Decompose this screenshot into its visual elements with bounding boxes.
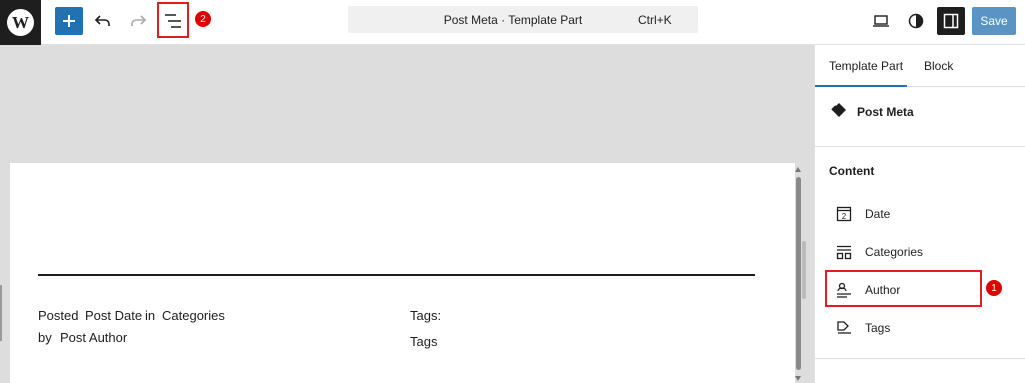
command-shortcut: Ctrl+K bbox=[638, 12, 672, 27]
canvas-left-edge bbox=[0, 285, 2, 341]
sidebar-item-label: Tags bbox=[865, 321, 891, 335]
wordpress-logo-mark: W bbox=[7, 9, 34, 36]
by-text: by bbox=[38, 330, 52, 345]
settings-sidebar: Template Part Block Post Meta Content 2 … bbox=[814, 45, 1025, 383]
redo-icon bbox=[131, 15, 147, 26]
sidebar-tabs: Template Part Block bbox=[815, 45, 1025, 87]
plus-icon bbox=[63, 15, 75, 27]
block-card: Post Meta bbox=[815, 87, 1025, 147]
editor-canvas-area: Posted Post Date in Categories by Post A… bbox=[0, 45, 814, 383]
step-badge-2: 2 bbox=[195, 11, 211, 27]
scroll-thumb[interactable] bbox=[796, 177, 801, 370]
top-toolbar: W 2 Post Meta · Template Part Ctrl+K Sav… bbox=[0, 0, 1025, 45]
calendar-icon: 2 bbox=[829, 206, 859, 222]
block-title: Post Meta bbox=[857, 105, 914, 119]
sidebar-divider bbox=[815, 358, 1025, 359]
content-heading: Content bbox=[829, 164, 875, 178]
wordpress-logo[interactable]: W bbox=[0, 0, 41, 45]
tab-template-part[interactable]: Template Part bbox=[829, 59, 903, 73]
post-tags-block[interactable]: Tags bbox=[410, 334, 437, 349]
highlight-box-outline bbox=[157, 2, 189, 38]
sidebar-item-categories[interactable]: Categories bbox=[829, 237, 1009, 267]
template-part-icon bbox=[831, 103, 846, 117]
separator-line bbox=[38, 274, 755, 276]
settings-toggle-button[interactable] bbox=[937, 7, 965, 35]
tags-label: Tags: bbox=[410, 308, 442, 323]
command-palette-bar[interactable]: Post Meta · Template Part Ctrl+K bbox=[348, 6, 698, 33]
svg-text:2: 2 bbox=[842, 212, 847, 221]
half-circle-icon bbox=[908, 13, 924, 29]
categories-icon bbox=[829, 244, 859, 260]
undo-icon bbox=[94, 15, 110, 26]
save-button[interactable]: Save bbox=[972, 7, 1016, 35]
highlight-box-author bbox=[825, 270, 982, 307]
tags-icon bbox=[829, 320, 859, 336]
sidebar-item-label: Categories bbox=[865, 245, 924, 259]
preview-device-button[interactable] bbox=[868, 8, 894, 34]
sidebar-icon bbox=[943, 13, 959, 29]
in-text: in bbox=[145, 308, 156, 323]
tab-block[interactable]: Block bbox=[924, 59, 953, 73]
post-date-block[interactable]: Post Date bbox=[85, 308, 142, 323]
redo-button[interactable] bbox=[125, 8, 151, 34]
styles-button[interactable] bbox=[903, 8, 929, 34]
sidebar-resize-handle[interactable] bbox=[802, 241, 806, 299]
undo-button[interactable] bbox=[90, 8, 116, 34]
sidebar-item-tags[interactable]: Tags bbox=[829, 313, 1009, 343]
post-categories-block[interactable]: Categories bbox=[162, 308, 225, 323]
step-badge-1: 1 bbox=[986, 280, 1002, 296]
add-block-button[interactable] bbox=[55, 7, 83, 35]
desktop-icon bbox=[873, 15, 889, 27]
sidebar-item-date[interactable]: 2 Date bbox=[829, 199, 1009, 229]
post-author-block[interactable]: Post Author bbox=[60, 330, 127, 345]
scroll-down-arrow-icon[interactable] bbox=[795, 376, 801, 381]
posted-text: Posted bbox=[38, 308, 79, 323]
template-part-canvas[interactable]: Posted Post Date in Categories by Post A… bbox=[10, 163, 801, 383]
command-title: Post Meta · Template Part bbox=[443, 12, 583, 27]
sidebar-item-label: Date bbox=[865, 207, 891, 221]
scroll-up-arrow-icon[interactable] bbox=[795, 167, 801, 172]
